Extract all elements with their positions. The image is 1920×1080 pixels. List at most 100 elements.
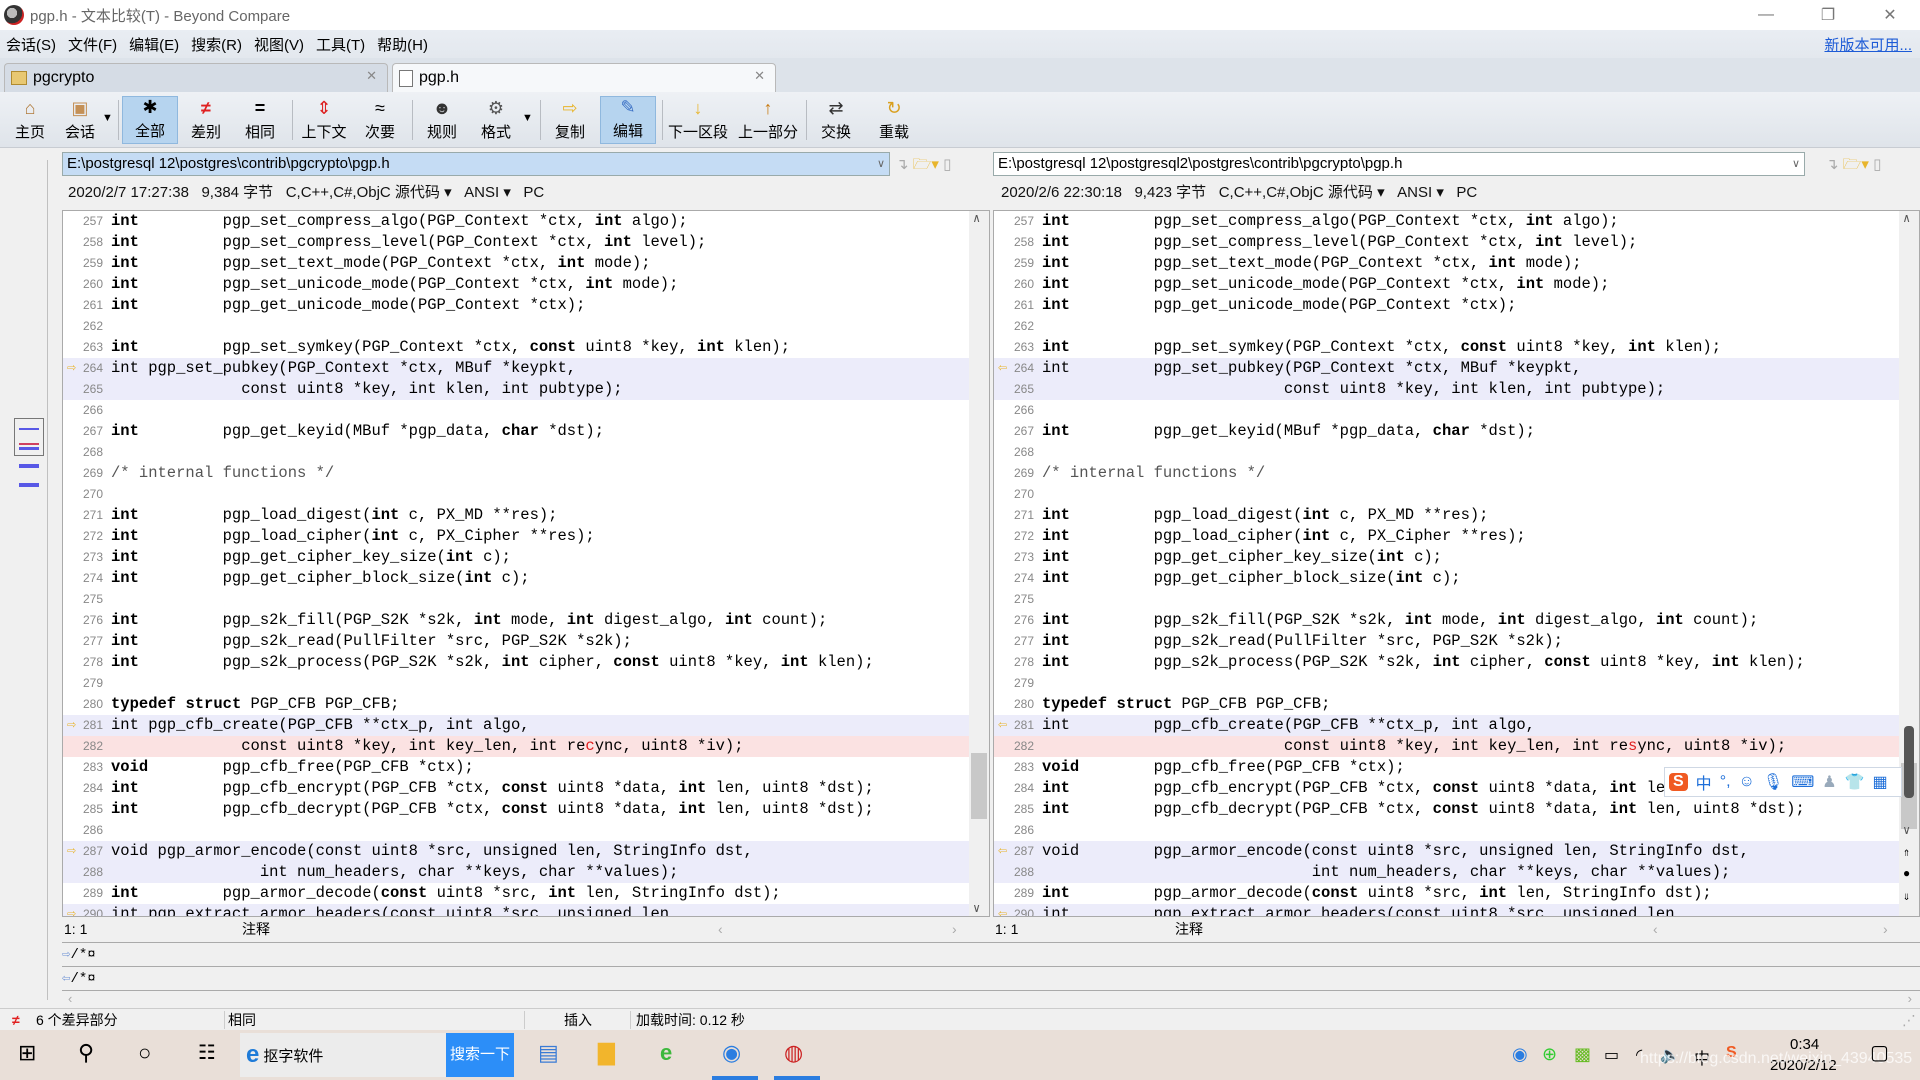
swap-button[interactable]: ⇄ 交换	[814, 96, 858, 144]
code-line[interactable]: 288 int num_headers, char **keys, char *…	[63, 862, 989, 883]
right-line-ending[interactable]: PC	[1456, 184, 1477, 201]
prev-section-button[interactable]: ↑ 上一部分	[736, 96, 800, 144]
code-line[interactable]: 279	[63, 673, 989, 694]
code-line[interactable]: 287 ⇨ void pgp_armor_encode(const uint8 *s…	[63, 841, 989, 862]
scroll-left-icon[interactable]: ‹	[68, 991, 72, 1006]
tab-close-icon[interactable]: ✕	[754, 68, 765, 84]
menu-edit[interactable]: 编辑(E)	[129, 34, 179, 55]
copy-left-arrow-icon[interactable]: ⇦	[998, 841, 1007, 862]
detail-left-line[interactable]: ⇨/*¤	[62, 942, 1920, 966]
code-line[interactable]: 285 int pgp_cfb_decrypt(PGP_CFB *ctx, con…	[63, 799, 989, 820]
code-line[interactable]: 257 int pgp_set_compress_algo(PGP_Context…	[63, 211, 989, 232]
copy-button[interactable]: ⇨ 复制	[548, 96, 592, 144]
code-line[interactable]: 257 int pgp_set_compress_algo(PGP_Context…	[994, 211, 1919, 232]
code-line[interactable]: 274 int pgp_get_cipher_block_size(int c);	[994, 568, 1919, 589]
code-line[interactable]: 280 typedef struct PGP_CFB PGP_CFB;	[994, 694, 1919, 715]
code-line[interactable]: 288 int num_headers, char **keys, char *…	[994, 862, 1919, 883]
menu-view[interactable]: 视图(V)	[254, 34, 304, 55]
right-format-select[interactable]: C,C++,C#,ObjC 源代码 ▾	[1219, 184, 1385, 201]
current-diff-icon[interactable]: ●	[1903, 867, 1910, 881]
menu-file[interactable]: 文件(F)	[68, 34, 117, 55]
cortana-icon[interactable]: ○	[138, 1040, 151, 1066]
code-line[interactable]: 289 int pgp_armor_decode(const uint8 *src…	[63, 883, 989, 904]
code-line[interactable]: 282 const uint8 *key, int key_len, int r…	[994, 736, 1919, 757]
code-line[interactable]: 266	[994, 400, 1919, 421]
code-line[interactable]: 281 ⇦ int pgp_cfb_create(PGP_CFB **ctx_p, …	[994, 715, 1919, 736]
right-path-input[interactable]: E:\postgresql 12\postgresql2\postgres\co…	[993, 152, 1805, 176]
code-line[interactable]: 276 int pgp_s2k_fill(PGP_S2K *s2k, int mo…	[63, 610, 989, 631]
reload-button[interactable]: ↻ 重载	[872, 96, 916, 144]
code-line[interactable]: 290 ⇨ int pgp_extract_armor_headers(const …	[63, 904, 989, 916]
scrollbar-thumb[interactable]	[971, 753, 987, 819]
copy-left-arrow-icon[interactable]: ⇦	[998, 715, 1007, 736]
minor-button[interactable]: ≈ 次要	[358, 96, 402, 144]
scroll-down-icon[interactable]: ∨	[1903, 823, 1910, 838]
rules-button[interactable]: ☻ 规则	[420, 96, 464, 144]
code-line[interactable]: 258 int pgp_set_compress_level(PGP_Contex…	[63, 232, 989, 253]
code-line[interactable]: 267 int pgp_get_keyid(MBuf *pgp_data, cha…	[63, 421, 989, 442]
scroll-left-icon[interactable]: ‹	[1653, 919, 1658, 939]
ime-toolbar[interactable]: S 中 °, ☺ 🎙 ⌨ ♟ 👕 ▦	[1664, 767, 1902, 797]
code-line[interactable]: 263 int pgp_set_symkey(PGP_Context *ctx, …	[63, 337, 989, 358]
code-line[interactable]: 280 typedef struct PGP_CFB PGP_CFB;	[63, 694, 989, 715]
scroll-right-icon[interactable]: ›	[1883, 919, 1888, 939]
code-line[interactable]: 273 int pgp_get_cipher_key_size(int c);	[994, 547, 1919, 568]
code-line[interactable]: 286	[994, 820, 1919, 841]
code-line[interactable]: 271 int pgp_load_digest(int c, PX_MD **re…	[994, 505, 1919, 526]
restore-button[interactable]: ❐	[1800, 0, 1856, 30]
code-line[interactable]: 270	[63, 484, 989, 505]
code-line[interactable]: 282 const uint8 *key, int key_len, int r…	[63, 736, 989, 757]
detail-right-line[interactable]: ⇦/*¤	[62, 966, 1920, 990]
viewport-indicator[interactable]	[14, 418, 44, 456]
code-line[interactable]: 260 int pgp_set_unicode_mode(PGP_Context …	[63, 274, 989, 295]
code-line[interactable]: 278 int pgp_s2k_process(PGP_S2K *s2k, int…	[994, 652, 1919, 673]
code-line[interactable]: 277 int pgp_s2k_read(PullFilter *src, PGP…	[994, 631, 1919, 652]
skin-icon[interactable]: 👕	[1845, 772, 1865, 792]
copy-right-arrow-icon[interactable]: ⇨	[67, 841, 76, 862]
diff-overview-map[interactable]	[10, 160, 48, 1000]
tray-nvidia-icon[interactable]: ▩	[1574, 1044, 1591, 1065]
code-line[interactable]: 272 int pgp_load_cipher(int c, PX_Cipher …	[994, 526, 1919, 547]
scroll-right-icon[interactable]: ›	[1908, 991, 1912, 1006]
chevron-down-icon[interactable]: ∨	[877, 153, 885, 175]
left-encoding-select[interactable]: ANSI ▾	[464, 184, 511, 201]
code-line[interactable]: 264 ⇦ int pgp_set_pubkey(PGP_Context *ctx,…	[994, 358, 1919, 379]
app-control-panel-icon[interactable]: ▤	[538, 1040, 559, 1066]
scroll-up-icon[interactable]: ∧	[1903, 211, 1910, 226]
first-diff-icon[interactable]: ⇑	[1903, 845, 1910, 860]
tab-close-icon[interactable]: ✕	[366, 68, 377, 84]
code-line[interactable]: 263 int pgp_set_symkey(PGP_Context *ctx, …	[994, 337, 1919, 358]
minimize-button[interactable]: —	[1738, 0, 1794, 30]
ime-punctuation[interactable]: °,	[1720, 773, 1731, 791]
emoji-icon[interactable]: ☺	[1739, 773, 1755, 791]
format-dropdown-icon[interactable]: ▼	[522, 112, 533, 124]
close-button[interactable]: ✕	[1862, 0, 1918, 30]
menu-help[interactable]: 帮助(H)	[377, 34, 428, 55]
menu-session[interactable]: 会话(S)	[6, 34, 56, 55]
taskbar-search-input[interactable]: 抠字软件	[263, 1045, 323, 1066]
context-button[interactable]: ⇕ 上下文	[298, 96, 350, 144]
right-code-panel[interactable]: 257 int pgp_set_compress_algo(PGP_Context…	[993, 210, 1920, 917]
ime-chinese-mode[interactable]: 中	[1696, 770, 1712, 794]
menu-tools[interactable]: 工具(T)	[316, 34, 365, 55]
detail-horizontal-scrollbar[interactable]: ‹ ›	[62, 990, 1920, 1008]
code-line[interactable]: 269 /* internal functions */	[63, 463, 989, 484]
ie-green-icon[interactable]: e	[660, 1040, 672, 1066]
code-line[interactable]: 264 ⇨ int pgp_set_pubkey(PGP_Context *ctx,…	[63, 358, 989, 379]
copy-left-arrow-icon[interactable]: ⇦	[998, 904, 1007, 916]
show-diff-button[interactable]: ≠ 差别	[184, 96, 228, 144]
code-line[interactable]: 276 int pgp_s2k_fill(PGP_S2K *s2k, int mo…	[994, 610, 1919, 631]
right-encoding-select[interactable]: ANSI ▾	[1397, 184, 1444, 201]
format-button[interactable]: ⚙ 格式	[474, 96, 518, 144]
save-icon[interactable]: ▯	[1873, 156, 1881, 173]
open-folder-icon[interactable]: 🗁▾	[1843, 156, 1869, 173]
code-line[interactable]: 270	[994, 484, 1919, 505]
user-icon[interactable]: ♟	[1822, 772, 1836, 792]
code-line[interactable]: 279	[994, 673, 1919, 694]
menu-search[interactable]: 搜索(R)	[191, 34, 242, 55]
file-explorer-icon[interactable]: ▇	[598, 1040, 615, 1066]
code-line[interactable]: 284 int pgp_cfb_encrypt(PGP_CFB *ctx, con…	[63, 778, 989, 799]
toolbox-icon[interactable]: ▦	[1873, 772, 1888, 792]
code-line[interactable]: 274 int pgp_get_cipher_block_size(int c);	[63, 568, 989, 589]
code-line[interactable]: 286	[63, 820, 989, 841]
